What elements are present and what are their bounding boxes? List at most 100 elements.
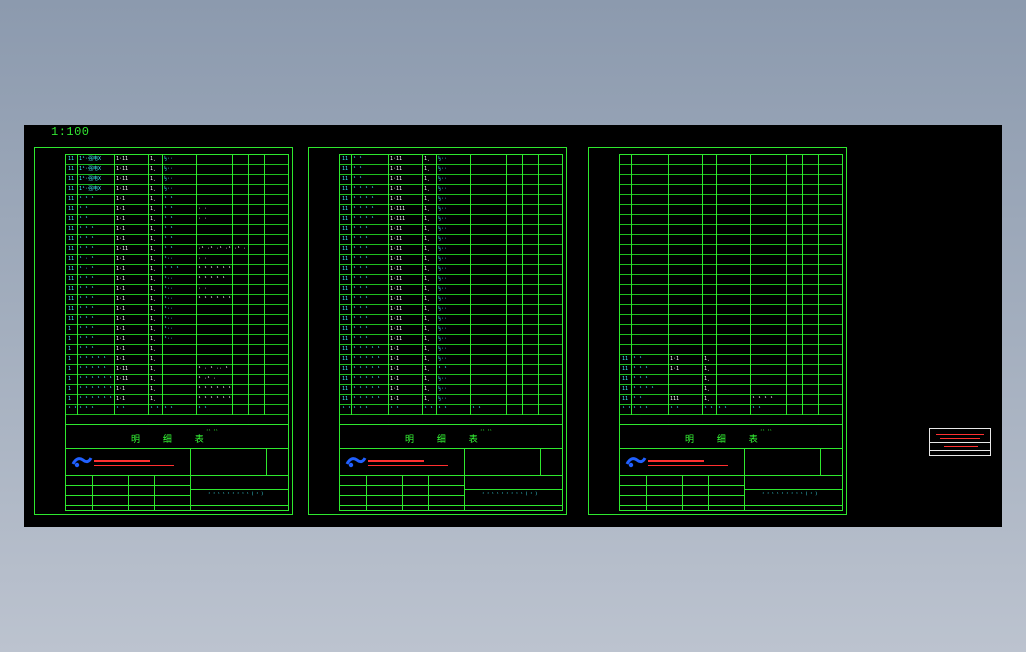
table-cell: [472, 195, 521, 204]
table-row[interactable]: [620, 235, 842, 245]
drawing-sheet-2[interactable]: 11 ¹ ¹ 1·11 1¸ ½·· 11 ¹ ¹ 1·11 1¸ ½·· 11 ¹ ¹ 1·11 1¸ ½…: [308, 147, 567, 515]
table-row[interactable]: 1 ¹ ¹ ¹ 1·1 1¸ ¹··: [66, 335, 288, 345]
table-row[interactable]: [620, 345, 842, 355]
table-row[interactable]: [620, 285, 842, 295]
table-row[interactable]: 11 1¹·强电X 1·11 1¸ ½··: [66, 165, 288, 175]
table-row[interactable]: 11 ¹ · ¹ 1·1 1¸ ¹·· · ·: [66, 255, 288, 265]
table-row[interactable]: 11 ¹ ¹ ¹ 1·11 1¸ ½··: [340, 235, 562, 245]
table-cell: 11: [622, 356, 629, 362]
table-cell: [718, 395, 749, 404]
table-row[interactable]: 11 ¹ ¹ 1·11 1¸ ½··: [340, 165, 562, 175]
table-row[interactable]: 1 ¹ ¹ ¹ ¹ ¹ 1·11 1¸ ¹ · ¹ ·· ¹ ·: [66, 365, 288, 375]
table-row[interactable]: 11 ¹ ¹ ¹ 1·1 1¸ ¹··: [66, 305, 288, 315]
table-row[interactable]: 1 ¹ ¹ ¹ ¹ ¹ 1·1 1¸: [66, 355, 288, 365]
table-row[interactable]: 11 ¹ ¹ ¹ 1·1 1¸: [620, 365, 842, 375]
table-row[interactable]: [620, 215, 842, 225]
table-row[interactable]: [620, 155, 842, 165]
table-row[interactable]: 11 ¹ ¹ ¹ 1·11 1¸ ½··: [340, 265, 562, 275]
table-row[interactable]: 11 ¹ ¹ ¹ 1·11 1¸ ½··: [340, 225, 562, 235]
drawing-viewport[interactable]: 1:100 11 1¹·强电X 1·11 1¸ ½·· 11 1¹·强电X 1·11 1¸ ½··…: [24, 125, 1002, 527]
table-row[interactable]: 11 ¹ ¹ ¹ 1¸: [620, 375, 842, 385]
table-row[interactable]: 11 1¹·强电X 1·11 1¸ ½··: [66, 175, 288, 185]
table-cell: 1¹·强电X: [79, 156, 102, 162]
table-cell: [472, 155, 521, 164]
table-cell: ¹ ¹ ¹ ¹ ¹: [353, 366, 381, 372]
table-row[interactable]: [620, 255, 842, 265]
table-row[interactable]: 11 ¹ ¹ ¹ 1·11 1¸ ¹ ¹ ·¹ ·¹ ·¹ ·¹ ·¹ ·¹ ·¹ ·¹: [66, 245, 288, 255]
table-row[interactable]: 11 ¹ ¹ ¹ ¹ 1¸: [620, 385, 842, 395]
table-row[interactable]: 1¹ ¹ ¹ ¹ ¹ ¹ 1·1 1¸ ¹ ¹ ¹ ¹ ¹ ¹: [66, 395, 288, 405]
table-row[interactable]: [620, 175, 842, 185]
table-row[interactable]: 1 ¹ ¹ ¹ ¹ ¹ ¹ 1·11 1¸ ¹ ·¹ ·: [66, 375, 288, 385]
table-cell: ¹ ¹: [164, 216, 174, 222]
table-row[interactable]: 11 ¹ ¹ ¹ 1·11 1¸ ½··: [340, 335, 562, 345]
table-row[interactable]: 11 ¹ ¹ ¹ 1·11 1¸ ½··: [340, 295, 562, 305]
table-row[interactable]: 11 ¹ ¹ ¹ ¹ ¹ 1·1 1¸ ½··: [340, 395, 562, 405]
table-row[interactable]: 11 ¹ ¹ ¹ ¹ ¹ 1·1 1¸ ½··: [340, 385, 562, 395]
table-row[interactable]: [620, 185, 842, 195]
table-row[interactable]: 11 1¹·强电X 1·11 1¸ ½··: [66, 185, 288, 195]
table-row[interactable]: 11 ¹ ¹ ¹ ¹ ¹ 1·1 1¸ ¹ ¹: [340, 365, 562, 375]
table-cell: [622, 315, 630, 324]
table-cell: [704, 195, 715, 204]
table-row[interactable]: 11 ¹ ¹ ¹ 1·11 1¸ ½··: [340, 285, 562, 295]
table-row[interactable]: [620, 335, 842, 345]
table-cell: ½··: [438, 176, 448, 182]
drawing-sheet-3[interactable]: 11 ¹ ¹ 1·1 1¸ 11 ¹ ¹ ¹ 1·1 1¸ 11 ¹ ¹ ¹ 1¸ 11 ¹ ¹ ¹ ¹…: [588, 147, 847, 515]
table-row[interactable]: 11 ¹ ¹ ¹ 1·1 1¸ ¹ ¹: [66, 235, 288, 245]
table-row[interactable]: 11 1¹·强电X 1·11 1¸ ½··: [66, 155, 288, 165]
table-row[interactable]: [620, 245, 842, 255]
table-row[interactable]: [620, 305, 842, 315]
table-row[interactable]: [620, 225, 842, 235]
table-row[interactable]: 1¹ ¹ ¹ ¹ ¹ ¹ 1·1 1¸ ¹ ¹ ¹ ¹ ¹ ¹: [66, 385, 288, 395]
table-row[interactable]: 11 ¹ ¹ 1·1 1¸: [620, 355, 842, 365]
table-row[interactable]: 11 ¹ ¹ ¹ 1·1 1¸ ¹ ¹: [66, 225, 288, 235]
table-cell: 1·11: [390, 256, 403, 262]
table-row[interactable]: [620, 195, 842, 205]
table-row[interactable]: 11 ¹ ¹ ¹ 1·11 1¸ ½··: [340, 325, 562, 335]
table-row[interactable]: 11 ¹ ¹ ¹ 1·1 1¸ ¹··: [66, 315, 288, 325]
table-row[interactable]: 11 ¹ ¹ ¹ 1·1 1¸ ¹·· · ·: [66, 285, 288, 295]
table-row[interactable]: 11 ¹ ¹ 111 1¸ ¹ ¹ ¹ ¹: [620, 395, 842, 405]
title-thumbnail[interactable]: [929, 428, 991, 456]
table-row[interactable]: [620, 265, 842, 275]
table-cell: [633, 235, 667, 244]
table-row[interactable]: [620, 205, 842, 215]
table-cell: ¹ ¹ ¹: [353, 236, 369, 242]
table-row[interactable]: 11 ¹ ¹ ¹ ¹ ¹ 1·1 1¸ ½··: [340, 345, 562, 355]
table-row[interactable]: [620, 315, 842, 325]
table-row[interactable]: 11 ¹ ¹ ¹ 1·11 1¸ ½··: [340, 315, 562, 325]
table-row[interactable]: 11 ¹ ¹ ¹ 1·1 1¸ ¹ ¹: [66, 195, 288, 205]
table-row[interactable]: 11 ¹ · ¹ 1·1 1¸ ¹ ¹ ¹ ¹ ¹ ¹ ¹ ¹ ¹: [66, 265, 288, 275]
table-row[interactable]: 11 ¹ ¹ ¹ 1·11 1¸ ½··: [340, 245, 562, 255]
table-row[interactable]: 11 ¹ ¹ 1·1 1¸ ¹ ¹ · ·: [66, 205, 288, 215]
table-row[interactable]: 11 ¹ ¹ ¹ ¹ 1·111 1¸ ½··: [340, 215, 562, 225]
table-cell: ½··: [438, 266, 448, 272]
table-row[interactable]: [620, 325, 842, 335]
table-row[interactable]: 11 ¹ ¹ 1·1 1¸ ¹ ¹ · ·: [66, 215, 288, 225]
table-row[interactable]: 11 ¹ ¹ ¹ 1·11 1¸ ½··: [340, 255, 562, 265]
table-row[interactable]: 11 ¹ ¹ ¹ 1·1 1¸ ¹·· ¹ ¹ ¹ ¹ ¹ ¹: [66, 295, 288, 305]
table-row[interactable]: 1 ¹ ¹ ¹ 1·1 1¸: [66, 345, 288, 355]
table-row[interactable]: 11 ¹ ¹ 1·11 1¸ ½··: [340, 175, 562, 185]
table-row[interactable]: [620, 275, 842, 285]
table-row[interactable]: 11 ¹ ¹ 1·11 1¸ ½··: [340, 155, 562, 165]
table-row[interactable]: [620, 295, 842, 305]
table-cell: 1¸: [150, 366, 157, 372]
table-cell: ¹ ¹: [164, 246, 174, 252]
table-title: 明 细 表: [685, 435, 768, 445]
table-row[interactable]: 11 ¹ ¹ ¹ ¹ 1·111 1¸ ½··: [340, 205, 562, 215]
table-cell: 1·11: [390, 186, 403, 192]
drawing-sheet-1[interactable]: 11 1¹·强电X 1·11 1¸ ½·· 11 1¹·强电X 1·11 1¸ ½·· 11 1¹·强…: [34, 147, 293, 515]
table-cell: ¹··: [164, 276, 174, 282]
table-row[interactable]: 11 ¹ ¹ ¹ ¹ ¹ 1·1 1¸ ½··: [340, 375, 562, 385]
table-row[interactable]: 11 ¹ ¹ ¹ ¹ ¹ 1·1 1¸ ½··: [340, 355, 562, 365]
table-row[interactable]: 1 ¹ ¹ ¹ 1·1 1¸ ¹··: [66, 325, 288, 335]
table-row[interactable]: 11 ¹ ¹ ¹ 1·1 1¸ ¹·· ¹ ¹ ¹ ¹ ¹: [66, 275, 288, 285]
table-cell: [472, 395, 521, 404]
table-row[interactable]: 11 ¹ ¹ ¹ 1·11 1¸ ½··: [340, 275, 562, 285]
table-row[interactable]: 11 ¹ ¹ ¹ ¹ 1·11 1¸ ½··: [340, 185, 562, 195]
table-row[interactable]: 11 ¹ ¹ ¹ 1·11 1¸ ½··: [340, 305, 562, 315]
table-row[interactable]: [620, 165, 842, 175]
table-row[interactable]: 11 ¹ ¹ ¹ ¹ 1·11 1¸ ½··: [340, 195, 562, 205]
